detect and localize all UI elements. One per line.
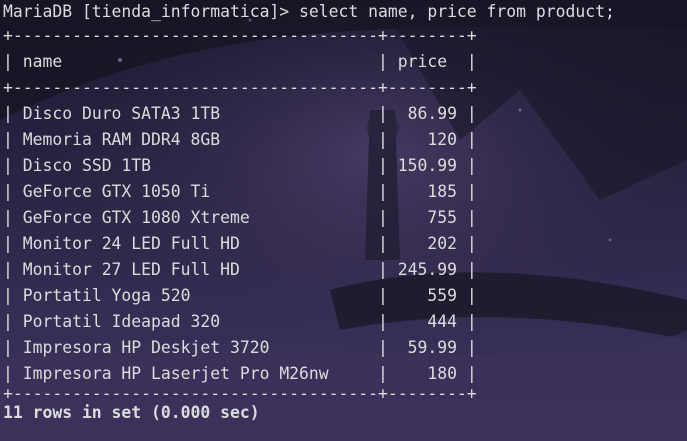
table-row: | Impresora HP Deskjet 3720 | 59.99 | (3, 338, 477, 357)
terminal-window[interactable]: MariaDB [tienda_informatica]> select nam… (3, 0, 687, 441)
cell-price: 755 (427, 208, 457, 227)
cell-name: GeForce GTX 1080 Xtreme (22, 208, 250, 227)
table-row: | GeForce GTX 1080 Xtreme | 755 | (3, 208, 477, 227)
table-border-top: +-------------------------------------+-… (3, 26, 477, 45)
table-row: | Portatil Ideapad 320 | 444 | (3, 312, 477, 331)
cell-name: Disco SSD 1TB (22, 156, 152, 175)
table-header-row: | name | price | (3, 52, 477, 71)
cell-price: 86.99 (407, 104, 457, 123)
table-row: | Portatil Yoga 520 | 559 | (3, 286, 477, 305)
table-row: | Disco SSD 1TB | 150.99 | (3, 156, 477, 175)
cell-name: Portatil Yoga 520 (22, 286, 191, 305)
table-row: | Monitor 24 LED Full HD | 202 | (3, 234, 477, 253)
cell-price: 59.99 (407, 338, 457, 357)
cell-name: Portatil Ideapad 320 (22, 312, 221, 331)
table-border-header: +-------------------------------------+-… (3, 78, 477, 97)
table-row: | Memoria RAM DDR4 8GB | 120 | (3, 130, 477, 149)
cell-price: 444 (427, 312, 457, 331)
cell-name: Monitor 27 LED Full HD (22, 260, 240, 279)
column-header-name: name (22, 52, 63, 71)
cell-price: 150.99 (397, 156, 457, 175)
table-row: | Disco Duro SATA3 1TB | 86.99 | (3, 104, 477, 123)
cell-name: GeForce GTX 1050 Ti (22, 182, 211, 201)
shell-prompt: MariaDB [tienda_informatica]> (3, 2, 300, 21)
cell-name: Impresora HP Deskjet 3720 (22, 338, 270, 357)
command-line: MariaDB [tienda_informatica]> select nam… (3, 0, 615, 25)
cell-name: Memoria RAM DDR4 8GB (22, 130, 221, 149)
column-header-price: price (397, 52, 448, 71)
command-text: select name, price from product; (299, 2, 615, 21)
cell-price: 202 (427, 234, 457, 253)
cell-price: 245.99 (397, 260, 457, 279)
cell-price: 185 (427, 182, 457, 201)
cell-price: 120 (427, 130, 457, 149)
cell-name: Disco Duro SATA3 1TB (22, 104, 221, 123)
result-summary: 11 rows in set (0.000 sec) (3, 403, 260, 422)
table-row: | GeForce GTX 1050 Ti | 185 | (3, 182, 477, 201)
cell-price: 559 (427, 286, 457, 305)
cell-name: Monitor 24 LED Full HD (22, 234, 240, 253)
table-row: | Monitor 27 LED Full HD | 245.99 | (3, 260, 477, 279)
